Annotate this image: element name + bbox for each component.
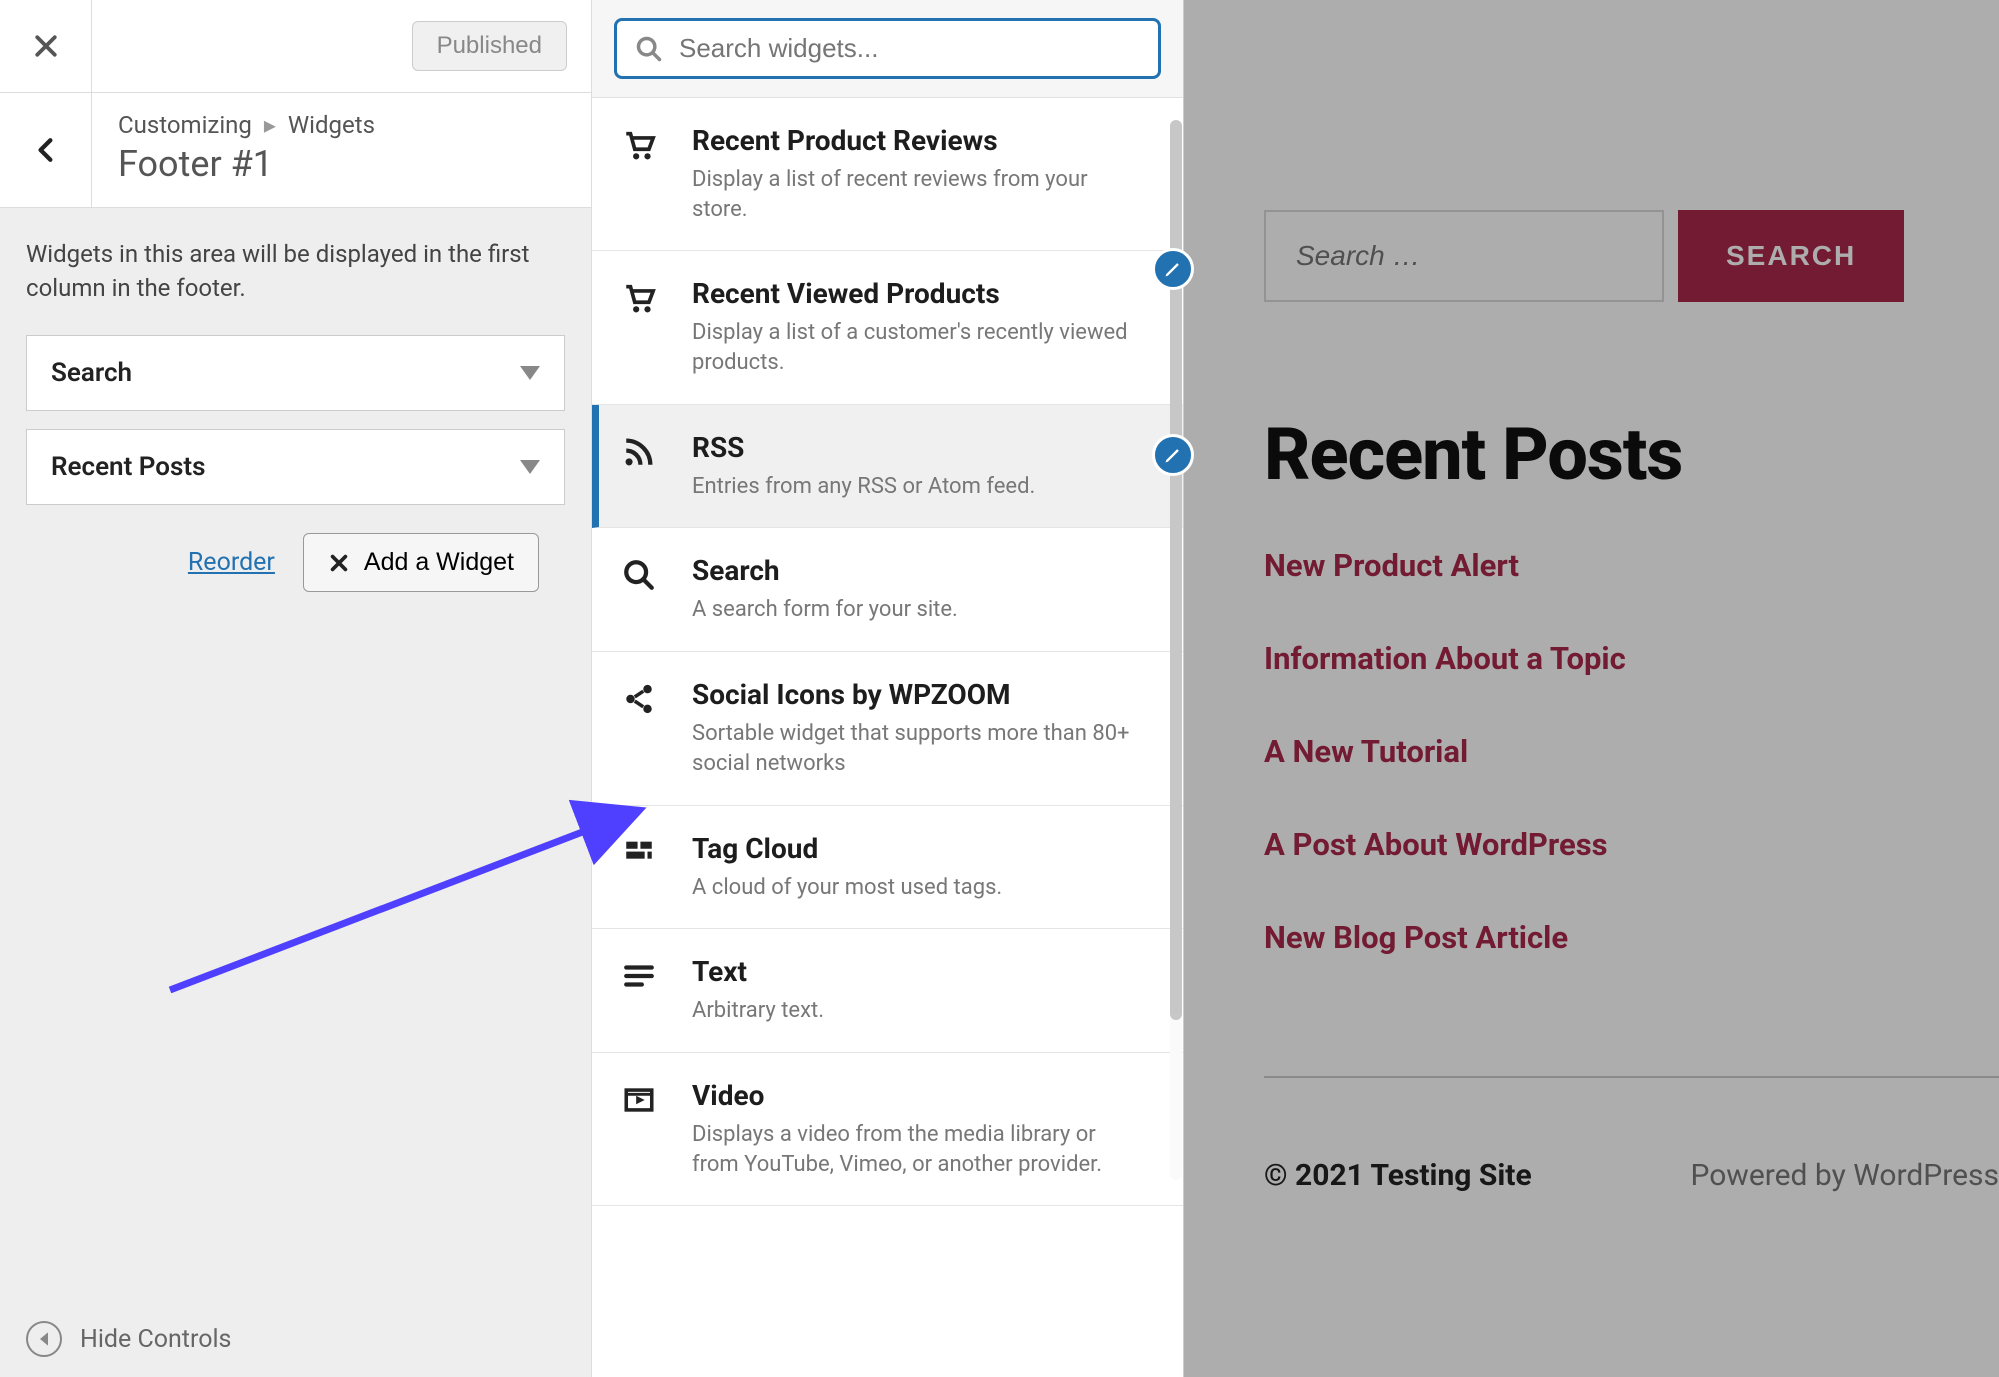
add-widget-label: Add a Widget xyxy=(364,548,514,577)
edit-shortcut-button[interactable] xyxy=(1152,434,1194,476)
publish-button[interactable]: Published xyxy=(412,21,567,71)
widget-actions: Reorder Add a Widget xyxy=(26,523,565,592)
widget-option-subtitle: Entries from any RSS or Atom feed. xyxy=(692,472,1143,502)
chevron-down-icon xyxy=(520,366,540,380)
chevron-left-icon xyxy=(33,132,59,168)
widget-option-text: Social Icons by WPZOOM Sortable widget th… xyxy=(692,678,1153,778)
site-preview: SEARCH Recent Posts New Product Alert Inf… xyxy=(1184,0,1999,1377)
recent-post-link[interactable]: Information About a Topic xyxy=(1264,640,1999,677)
widget-option-title: Text xyxy=(692,955,1143,988)
breadcrumb-root: Customizing xyxy=(118,111,252,139)
cart-icon xyxy=(622,124,664,224)
widget-option[interactable]: Video Displays a video from the media lib… xyxy=(592,1053,1183,1206)
recent-posts-heading: Recent Posts xyxy=(1264,412,1999,497)
widget-option-subtitle: Display a list of a customer's recently … xyxy=(692,318,1143,377)
widget-option-title: Recent Viewed Products xyxy=(692,277,1143,310)
widget-option-subtitle: Sortable widget that supports more than … xyxy=(692,719,1143,778)
widget-option[interactable]: Tag Cloud A cloud of your most used tags. xyxy=(592,806,1183,930)
configured-widgets: Search Recent Posts Reorder Add a Widget xyxy=(0,335,591,592)
back-button[interactable] xyxy=(0,93,92,207)
widget-option-text: Search A search form for your site. xyxy=(692,554,1153,625)
widget-option-title: Tag Cloud xyxy=(692,832,1143,865)
video-icon xyxy=(622,1079,664,1179)
widget-option[interactable]: Social Icons by WPZOOM Sortable widget th… xyxy=(592,652,1183,805)
widget-row-label: Recent Posts xyxy=(51,452,205,482)
widget-option-text: Text Arbitrary text. xyxy=(692,955,1153,1026)
publish-area: Published xyxy=(92,0,591,92)
preview-powered-by: Powered by WordPress xyxy=(1690,1158,1999,1193)
widget-search-field[interactable] xyxy=(614,18,1161,79)
panel-title: Footer #1 xyxy=(118,143,565,185)
widget-option-title: Video xyxy=(692,1079,1143,1112)
preview-search-input[interactable] xyxy=(1264,210,1664,302)
widget-option-title: Social Icons by WPZOOM xyxy=(692,678,1143,711)
preview-search-form: SEARCH xyxy=(1264,210,1999,302)
preview-copyright: © 2021 Testing Site xyxy=(1264,1158,1532,1193)
widget-row[interactable]: Recent Posts xyxy=(26,429,565,505)
widget-option-subtitle: Arbitrary text. xyxy=(692,996,1143,1026)
preview-search-button[interactable]: SEARCH xyxy=(1678,210,1904,302)
breadcrumb: Customizing ▸ Widgets Footer #1 xyxy=(92,93,591,207)
reorder-link[interactable]: Reorder xyxy=(188,548,275,577)
widget-option-title: Search xyxy=(692,554,1143,587)
close-icon xyxy=(31,31,61,61)
widget-option[interactable]: Text Arbitrary text. xyxy=(592,929,1183,1053)
recent-post-link[interactable]: A New Tutorial xyxy=(1264,733,1999,770)
search-icon xyxy=(622,554,664,625)
grid-icon xyxy=(622,832,664,903)
recent-post-link[interactable]: New Product Alert xyxy=(1264,547,1999,584)
recent-posts-list: New Product Alert Information About a Top… xyxy=(1264,547,1999,956)
breadcrumb-separator: ▸ xyxy=(264,111,276,139)
add-widget-button[interactable]: Add a Widget xyxy=(303,533,539,592)
rss-icon xyxy=(622,431,664,502)
widget-row-label: Search xyxy=(51,358,132,388)
widget-option-list: Recent Product Reviews Display a list of … xyxy=(592,98,1183,1206)
edit-shortcut-button[interactable] xyxy=(1152,248,1194,290)
widget-option-title: Recent Product Reviews xyxy=(692,124,1143,157)
recent-post-link[interactable]: A Post About WordPress xyxy=(1264,826,1999,863)
widget-option-text: Video Displays a video from the media lib… xyxy=(692,1079,1153,1179)
widget-option[interactable]: Recent Viewed Products Display a list of … xyxy=(592,251,1183,404)
widget-option[interactable]: RSS Entries from any RSS or Atom feed. xyxy=(592,405,1183,529)
widget-option-subtitle: A cloud of your most used tags. xyxy=(692,873,1143,903)
widget-option-text: Recent Product Reviews Display a list of … xyxy=(692,124,1153,224)
widget-picker: Recent Product Reviews Display a list of … xyxy=(592,0,1184,1377)
widget-option[interactable]: Search A search form for your site. xyxy=(592,528,1183,652)
widget-option-text: Tag Cloud A cloud of your most used tags. xyxy=(692,832,1153,903)
chevron-down-icon xyxy=(520,460,540,474)
close-button[interactable] xyxy=(0,0,92,92)
widget-option-subtitle: Displays a video from the media library … xyxy=(692,1120,1143,1179)
cart-icon xyxy=(622,277,664,377)
widget-option-text: Recent Viewed Products Display a list of … xyxy=(692,277,1153,377)
customizer-panel: Published Customizing ▸ Widgets Footer #… xyxy=(0,0,592,1377)
widget-option[interactable]: Recent Product Reviews Display a list of … xyxy=(592,98,1183,251)
widget-option-subtitle: A search form for your site. xyxy=(692,595,1143,625)
widget-option-title: RSS xyxy=(692,431,1143,464)
widget-row[interactable]: Search xyxy=(26,335,565,411)
collapse-icon xyxy=(26,1321,62,1357)
hide-controls-label: Hide Controls xyxy=(80,1325,231,1354)
recent-post-link[interactable]: New Blog Post Article xyxy=(1264,919,1999,956)
widget-option-subtitle: Display a list of recent reviews from yo… xyxy=(692,165,1143,224)
pencil-icon xyxy=(1163,259,1183,279)
close-icon xyxy=(328,552,350,574)
widget-option-text: RSS Entries from any RSS or Atom feed. xyxy=(692,431,1153,502)
preview-footer: © 2021 Testing Site Powered by WordPress xyxy=(1264,1076,1999,1193)
breadcrumb-row: Customizing ▸ Widgets Footer #1 xyxy=(0,93,591,208)
breadcrumb-section: Widgets xyxy=(288,111,375,139)
widget-search-input[interactable] xyxy=(679,33,1140,64)
hide-controls-button[interactable]: Hide Controls xyxy=(0,1301,591,1377)
text-icon xyxy=(622,955,664,1026)
search-wrap xyxy=(592,0,1183,98)
share-icon xyxy=(622,678,664,778)
search-icon xyxy=(635,35,663,63)
panel-description: Widgets in this area will be displayed i… xyxy=(0,208,591,335)
customizer-header: Published xyxy=(0,0,591,93)
pencil-icon xyxy=(1163,445,1183,465)
